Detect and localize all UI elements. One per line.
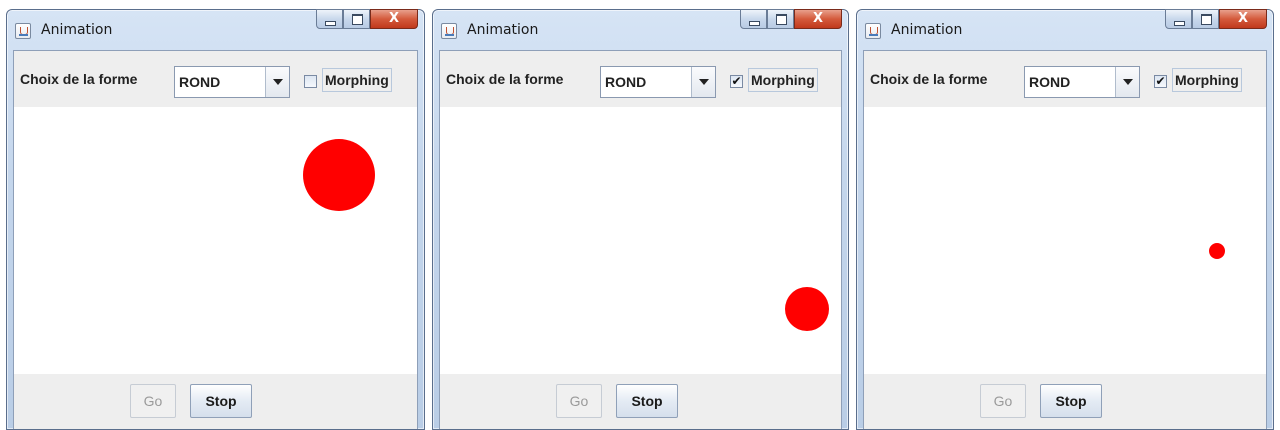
- drawing-canvas: [864, 107, 1266, 377]
- close-button[interactable]: X: [370, 9, 418, 29]
- morphing-checkbox[interactable]: ✔: [1154, 75, 1167, 88]
- shape-choice-label: Choix de la forme: [870, 71, 988, 87]
- animation-window-1: Animation X Choix de la forme ROND Morph…: [6, 9, 425, 430]
- title-bar[interactable]: Animation X: [857, 9, 1273, 50]
- window-controls: X: [316, 9, 418, 29]
- shape-combobox-value: ROND: [605, 74, 647, 90]
- red-circle: [303, 139, 375, 211]
- morphing-checkbox[interactable]: ✔: [730, 75, 743, 88]
- shape-combobox[interactable]: ROND: [600, 66, 716, 98]
- minimize-button[interactable]: [316, 9, 343, 29]
- java-cup-icon[interactable]: [441, 23, 457, 39]
- animation-window-2: Animation X Choix de la forme ROND ✔ Mor…: [432, 9, 849, 430]
- morphing-label[interactable]: Morphing: [748, 68, 818, 92]
- window-title: Animation: [891, 22, 963, 38]
- title-bar[interactable]: Animation X: [7, 9, 424, 50]
- stop-button[interactable]: Stop: [190, 384, 252, 418]
- chevron-down-icon[interactable]: [691, 67, 715, 97]
- close-icon: X: [812, 11, 824, 26]
- controls-panel: Choix de la forme ROND ✔ Morphing: [864, 51, 1266, 107]
- chevron-down-icon[interactable]: [1115, 67, 1139, 97]
- stop-button[interactable]: Stop: [616, 384, 678, 418]
- close-icon: X: [1237, 11, 1249, 26]
- controls-panel: Choix de la forme ROND ✔ Morphing: [440, 51, 841, 107]
- shape-combobox-value: ROND: [179, 74, 221, 90]
- animation-window-3: Animation X Choix de la forme ROND ✔ Mor…: [856, 9, 1274, 430]
- buttons-panel: Go Stop: [14, 374, 417, 429]
- close-button[interactable]: X: [1219, 9, 1267, 29]
- stop-button[interactable]: Stop: [1040, 384, 1102, 418]
- shape-choice-label: Choix de la forme: [446, 71, 564, 87]
- go-button[interactable]: Go: [556, 384, 602, 418]
- java-cup-icon[interactable]: [15, 23, 31, 39]
- window-controls: X: [740, 9, 842, 29]
- shape-combobox-value: ROND: [1029, 74, 1071, 90]
- close-button[interactable]: X: [794, 9, 842, 29]
- drawing-canvas: [14, 107, 417, 377]
- morphing-checkbox[interactable]: [304, 75, 317, 88]
- minimize-button[interactable]: [1165, 9, 1192, 29]
- buttons-panel: Go Stop: [440, 374, 841, 429]
- maximize-button[interactable]: [767, 9, 794, 29]
- java-cup-icon[interactable]: [865, 23, 881, 39]
- window-title: Animation: [41, 22, 113, 38]
- maximize-button[interactable]: [343, 9, 370, 29]
- window-title: Animation: [467, 22, 539, 38]
- controls-panel: Choix de la forme ROND Morphing: [14, 51, 417, 107]
- screen: Animation X Choix de la forme ROND Morph…: [0, 0, 1280, 430]
- maximize-button[interactable]: [1192, 9, 1219, 29]
- go-button[interactable]: Go: [130, 384, 176, 418]
- buttons-panel: Go Stop: [864, 374, 1266, 429]
- morphing-label[interactable]: Morphing: [322, 68, 392, 92]
- shape-choice-label: Choix de la forme: [20, 71, 138, 87]
- shape-combobox[interactable]: ROND: [174, 66, 290, 98]
- content-pane: Choix de la forme ROND Morphing Go Stop: [13, 50, 418, 429]
- red-circle: [785, 287, 829, 331]
- go-button[interactable]: Go: [980, 384, 1026, 418]
- close-icon: X: [388, 11, 400, 26]
- chevron-down-icon[interactable]: [265, 67, 289, 97]
- shape-combobox[interactable]: ROND: [1024, 66, 1140, 98]
- content-pane: Choix de la forme ROND ✔ Morphing Go Sto…: [439, 50, 842, 429]
- content-pane: Choix de la forme ROND ✔ Morphing Go Sto…: [863, 50, 1267, 429]
- drawing-canvas: [440, 107, 841, 377]
- red-circle: [1209, 243, 1225, 259]
- title-bar[interactable]: Animation X: [433, 9, 848, 50]
- window-controls: X: [1165, 9, 1267, 29]
- morphing-label[interactable]: Morphing: [1172, 68, 1242, 92]
- minimize-button[interactable]: [740, 9, 767, 29]
